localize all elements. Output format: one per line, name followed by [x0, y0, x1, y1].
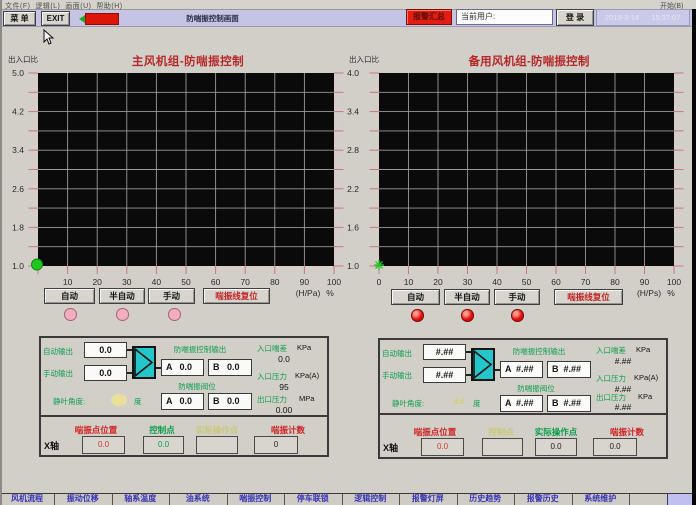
svg-text:3.4: 3.4: [12, 145, 24, 155]
svg-text:1.0: 1.0: [347, 261, 359, 271]
svg-text:30: 30: [463, 277, 473, 287]
svg-text:70: 70: [240, 277, 250, 287]
svg-text:10: 10: [404, 277, 414, 287]
svg-text:60: 60: [211, 277, 221, 287]
svg-text:1.6: 1.6: [347, 222, 359, 232]
svg-text:20: 20: [433, 277, 443, 287]
svg-text:4.2: 4.2: [12, 107, 24, 117]
svg-text:3.4: 3.4: [347, 107, 359, 117]
svg-text:2.2: 2.2: [347, 184, 359, 194]
svg-text:100: 100: [667, 277, 681, 287]
svg-text:出入口比: 出入口比: [349, 54, 379, 64]
svg-text:80: 80: [270, 277, 280, 287]
svg-text:50: 50: [522, 277, 532, 287]
svg-text:2.6: 2.6: [12, 184, 24, 194]
svg-text:10: 10: [63, 277, 73, 287]
svg-text:%: %: [667, 288, 675, 298]
svg-text:90: 90: [300, 277, 310, 287]
svg-text:出入口比: 出入口比: [8, 54, 38, 64]
svg-text:2.8: 2.8: [347, 145, 359, 155]
svg-text:40: 40: [492, 277, 502, 287]
svg-text:1.8: 1.8: [12, 222, 24, 232]
svg-text:20: 20: [92, 277, 102, 287]
svg-text:90: 90: [640, 277, 650, 287]
svg-text:0: 0: [377, 277, 382, 287]
svg-text:%: %: [326, 288, 334, 298]
svg-text:70: 70: [581, 277, 591, 287]
svg-text:4.0: 4.0: [347, 68, 359, 78]
svg-text:(H/Ps): (H/Ps): [637, 288, 661, 298]
svg-text:60: 60: [551, 277, 561, 287]
svg-text:30: 30: [122, 277, 132, 287]
svg-text:80: 80: [610, 277, 620, 287]
svg-text:50: 50: [181, 277, 191, 287]
svg-text:1.0: 1.0: [12, 261, 24, 271]
svg-text:5.0: 5.0: [12, 68, 24, 78]
svg-text:100: 100: [327, 277, 341, 287]
svg-text:(H/Pa): (H/Pa): [296, 288, 321, 298]
svg-text:40: 40: [152, 277, 162, 287]
